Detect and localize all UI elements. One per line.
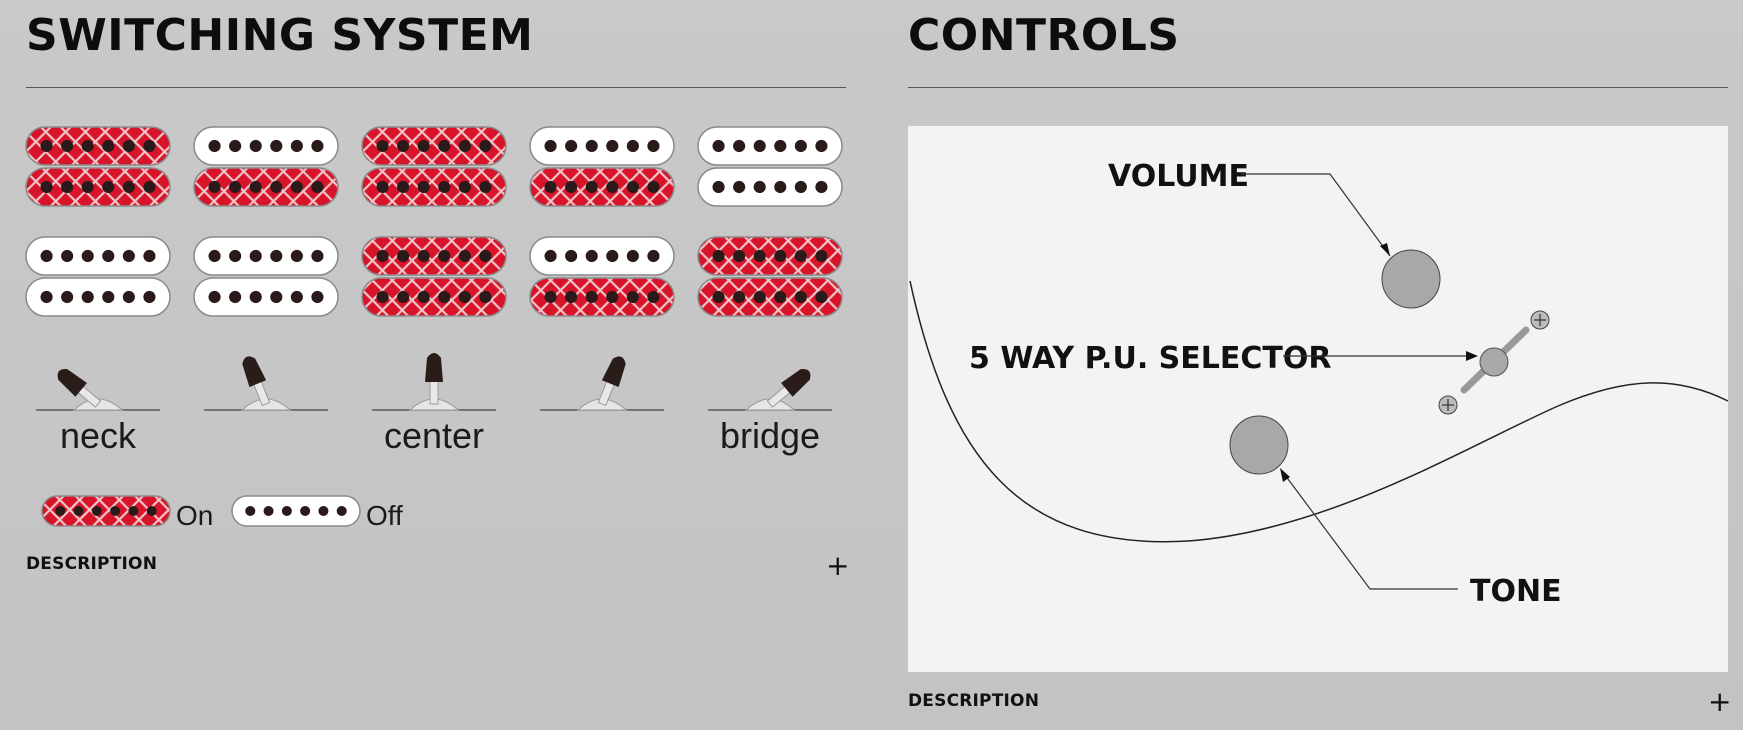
switching-description-label[interactable]: DESCRIPTION xyxy=(26,554,157,574)
switching-system-title: SWITCHING SYSTEM xyxy=(26,10,534,61)
legend-off-label: Off xyxy=(366,500,403,531)
pos-4-neck-pickup xyxy=(529,126,675,207)
controls-diagram: VOLUME 5 WAY P.U. SELECTOR TONE xyxy=(908,126,1729,672)
legend-on-label: On xyxy=(176,500,213,531)
pos-1-switch-icon xyxy=(36,369,160,411)
pos-4-bridge-pickup xyxy=(529,236,675,317)
pos-2-neck-pickup-coil-1 xyxy=(193,126,339,166)
pickup-legend: On Off xyxy=(41,495,403,531)
legend-off-swatch xyxy=(231,495,361,527)
controls-description-expand-icon[interactable]: + xyxy=(1708,688,1731,716)
pos-3-bridge-pickup xyxy=(361,236,507,317)
selector-switch-tip-icon xyxy=(1479,347,1509,377)
pos-5-neck-pickup xyxy=(697,126,843,207)
volume-label: VOLUME xyxy=(1108,159,1249,194)
controls-description-label[interactable]: DESCRIPTION xyxy=(908,691,1039,711)
pos-1-bridge-pickup-coil-1 xyxy=(25,236,171,276)
tone-knob-icon xyxy=(1229,415,1289,475)
pos-2-bridge-pickup xyxy=(193,236,339,317)
switching-description-expand-icon[interactable]: + xyxy=(826,552,849,580)
pos-5-neck-pickup-coil-1 xyxy=(697,126,843,166)
tone-label: TONE xyxy=(1470,574,1562,609)
switching-title-divider xyxy=(26,87,846,88)
pos-3-label: center xyxy=(384,415,484,456)
pos-2-bridge-pickup-coil-2 xyxy=(193,277,339,317)
pos-2-bridge-pickup-coil-1 xyxy=(193,236,339,276)
selector-label: 5 WAY P.U. SELECTOR xyxy=(969,341,1331,376)
pos-4-switch-icon xyxy=(540,356,664,411)
pos-3-neck-pickup-coil-1 xyxy=(361,126,507,166)
pos-1-neck-pickup-coil-1 xyxy=(25,126,171,166)
pos-5-bridge-pickup xyxy=(697,236,843,317)
volume-knob-icon xyxy=(1381,249,1441,309)
pos-3-bridge-pickup-coil-1 xyxy=(361,236,507,276)
pos-2-neck-pickup-coil-2 xyxy=(193,167,339,207)
pos-5-bridge-pickup-coil-2 xyxy=(697,277,843,317)
pos-1-bridge-pickup-coil-2 xyxy=(25,277,171,317)
pos-3-bridge-pickup-coil-2 xyxy=(361,277,507,317)
pos-1-bridge-pickup xyxy=(25,236,171,317)
pos-4-bridge-pickup-coil-2 xyxy=(529,277,675,317)
pos-2-switch-icon xyxy=(204,356,328,411)
pos-3-neck-pickup xyxy=(361,126,507,207)
pos-4-neck-pickup-coil-1 xyxy=(529,126,675,166)
pos-1-neck-pickup-coil-2 xyxy=(25,167,171,207)
pos-3-neck-pickup-coil-2 xyxy=(361,167,507,207)
controls-title-divider xyxy=(908,87,1728,88)
pos-5-switch-icon xyxy=(708,369,832,411)
controls-diagram-background xyxy=(908,126,1728,672)
pos-4-bridge-pickup-coil-1 xyxy=(529,236,675,276)
pickup-grid: neck center bridge xyxy=(25,126,843,456)
controls-title: CONTROLS xyxy=(908,10,1180,61)
pos-2-neck-pickup xyxy=(193,126,339,207)
pos-4-neck-pickup-coil-2 xyxy=(529,167,675,207)
legend-on-swatch xyxy=(41,495,171,527)
pos-3-switch-icon xyxy=(372,353,496,411)
pos-1-neck-pickup xyxy=(25,126,171,207)
pos-5-label: bridge xyxy=(720,415,820,456)
pos-5-neck-pickup-coil-2 xyxy=(697,167,843,207)
pos-1-label: neck xyxy=(60,415,137,456)
pos-5-bridge-pickup-coil-1 xyxy=(697,236,843,276)
